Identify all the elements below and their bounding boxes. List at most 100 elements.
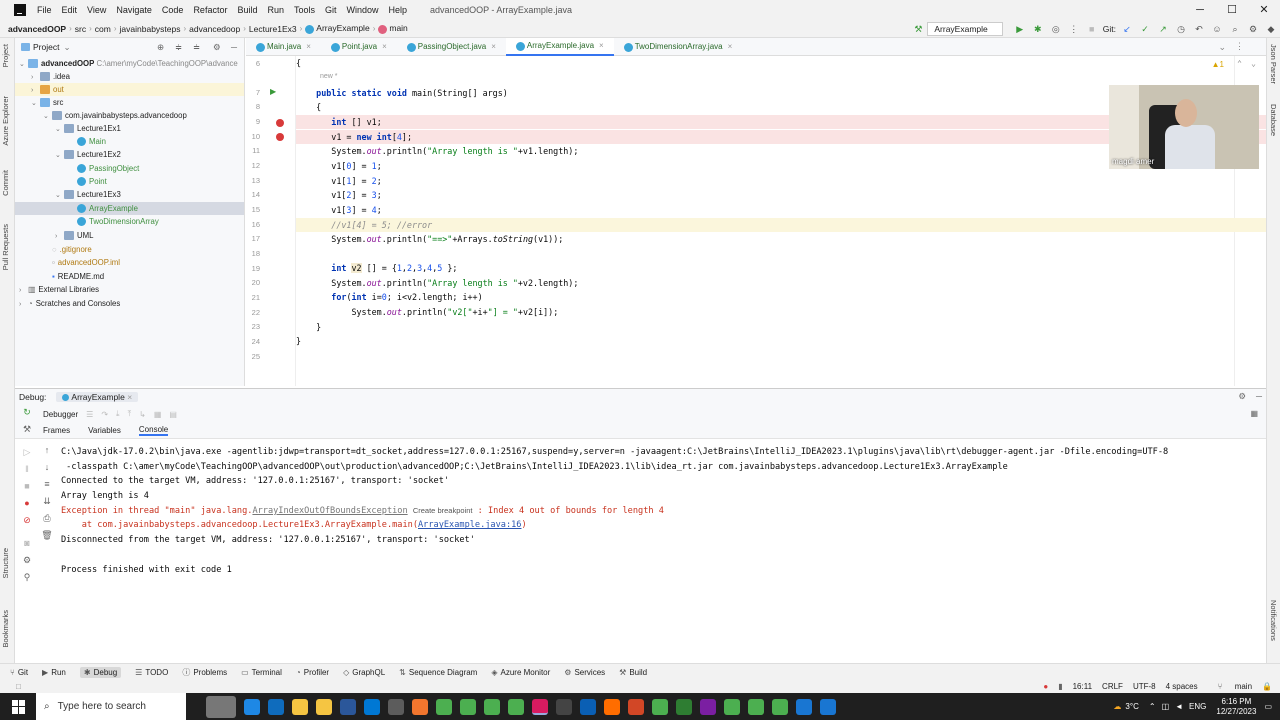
taskbar-preview-thumbnail[interactable] — [206, 695, 236, 718]
menu-edit[interactable]: Edit — [57, 5, 83, 15]
scroll-up-icon[interactable]: ↑ — [37, 445, 57, 462]
evaluate-icon[interactable]: ▦ — [154, 410, 162, 419]
tree-item-lecture1ex3[interactable]: ⌄ Lecture1Ex3 — [15, 188, 244, 201]
tree-item-arrayexample[interactable]: ArrayExample — [15, 202, 244, 215]
close-tab-icon[interactable]: × — [728, 38, 733, 56]
chrome-icon-7[interactable] — [748, 698, 764, 715]
panel-gear-icon[interactable]: ⚙ — [213, 42, 221, 53]
modify-config-icon[interactable]: ⚒ — [17, 424, 37, 441]
tree-item-uml[interactable]: › UML — [15, 229, 244, 242]
store-icon[interactable] — [268, 698, 284, 715]
tool-build[interactable]: ⚒ Build — [619, 668, 647, 677]
tool-git[interactable]: ⑂ Git — [10, 668, 28, 677]
git-push-icon[interactable]: ↗ — [1156, 22, 1170, 36]
tab-point-java[interactable]: Point.java × — [321, 38, 397, 56]
locate-icon[interactable]: ⊕ — [157, 42, 164, 53]
minimize-icon[interactable]: ─ — [1184, 0, 1216, 20]
app-icon[interactable] — [388, 698, 404, 715]
print-icon[interactable]: ⎙ — [37, 513, 57, 530]
source-link[interactable]: ArrayExample.java:16 — [418, 520, 521, 530]
breakpoint-icon[interactable] — [276, 119, 284, 127]
more-tabs-icon[interactable]: ⋮ — [1235, 41, 1244, 52]
settings-gear-icon[interactable]: ⚙ — [1246, 22, 1260, 36]
tab-arrayexample-java[interactable]: ArrayExample.java × — [505, 38, 614, 56]
coverage-icon[interactable]: ◎ — [1049, 22, 1063, 36]
chrome-icon-4[interactable] — [508, 698, 524, 715]
tree-item-src[interactable]: ⌄ src — [15, 96, 244, 109]
git-update-icon[interactable]: ↙ — [1120, 22, 1134, 36]
step-into-icon[interactable]: ⤓ — [116, 409, 120, 419]
trace-icon[interactable]: ▤ — [169, 410, 177, 419]
menu-run[interactable]: Run — [262, 5, 289, 15]
mute-breakpoints-icon[interactable]: ⊘ — [17, 515, 37, 532]
pause-icon[interactable]: ‖ — [17, 464, 37, 481]
tree-item-lecture1ex2[interactable]: ⌄ Lecture1Ex2 — [15, 148, 244, 161]
warning-count-icon[interactable]: ▲1 — [1212, 60, 1224, 69]
expand-all-icon[interactable]: ≑ — [175, 42, 182, 53]
tool-azure-monitor[interactable]: ◈ Azure Monitor — [491, 668, 550, 677]
resume-icon[interactable]: ▷ — [17, 447, 37, 464]
breadcrumb-javainbabysteps[interactable]: javainbabysteps — [117, 24, 184, 34]
tree-item-lecture1ex1[interactable]: ⌄ Lecture1Ex1 — [15, 122, 244, 135]
view-breakpoints-icon[interactable]: ● — [17, 498, 37, 515]
edge-icon[interactable] — [244, 698, 260, 715]
breadcrumb-src[interactable]: src — [72, 24, 89, 34]
step-over-icon[interactable]: ↷ — [101, 410, 108, 419]
tree-item-scratches[interactable]: › ◔ Scratches and Consoles — [15, 297, 244, 310]
breadcrumb-com[interactable]: com — [92, 24, 114, 34]
taskbar-search[interactable]: ⌕ Type here to search — [36, 693, 186, 720]
app-icon-3[interactable] — [604, 698, 620, 715]
camera-icon[interactable]: ◙ — [17, 538, 37, 555]
debug-gear-icon[interactable]: ⚙ — [1238, 391, 1246, 402]
more-run-icon[interactable]: ⋮ — [1067, 22, 1081, 36]
temperature[interactable]: 3°C — [1125, 702, 1138, 711]
chrome-icon-6[interactable] — [724, 698, 740, 715]
layout-settings-icon[interactable]: ▦ — [1250, 409, 1258, 418]
menu-git[interactable]: Git — [320, 5, 342, 15]
tree-item-passingobject[interactable]: PassingObject — [15, 162, 244, 175]
subtab-console[interactable]: Console — [138, 425, 169, 436]
app-icon-5[interactable] — [700, 698, 716, 715]
menu-refactor[interactable]: Refactor — [188, 5, 232, 15]
volume-icon[interactable]: ◄ — [1175, 702, 1183, 711]
line-separator[interactable]: CRLF — [1102, 682, 1123, 691]
zoom-icon-2[interactable] — [796, 698, 812, 715]
chrome-icon-5[interactable] — [652, 698, 668, 715]
tray-chevron-icon[interactable]: ⌃ — [1149, 702, 1156, 711]
close-tab-icon[interactable]: × — [382, 38, 387, 56]
menu-tools[interactable]: Tools — [289, 5, 320, 15]
tool-problems[interactable]: ⓘ Problems — [182, 667, 227, 678]
tab-twodimensionarray-java[interactable]: TwoDimensionArray.java × — [614, 38, 743, 56]
tool-services[interactable]: ⚙ Services — [564, 668, 605, 677]
pin-icon[interactable]: ⚲ — [17, 572, 37, 589]
debug-settings-icon[interactable]: ⚙ — [17, 555, 37, 572]
tool-debug[interactable]: ✱ Debug — [79, 666, 122, 678]
menu-build[interactable]: Build — [232, 5, 262, 15]
windows-start-icon[interactable] — [12, 699, 26, 714]
tab-main-java[interactable]: Main.java × — [246, 38, 321, 56]
run-icon[interactable]: ▶ — [1013, 22, 1027, 36]
menu-window[interactable]: Window — [342, 5, 384, 15]
app-icon-2[interactable] — [556, 698, 572, 715]
history-icon[interactable]: ◷ — [1174, 22, 1188, 36]
notifications-icon[interactable]: ▭ — [1264, 702, 1272, 711]
tree-item-gitignore[interactable]: ◌ .gitignore — [15, 243, 244, 256]
word-icon[interactable] — [340, 698, 356, 715]
maximize-icon[interactable]: ☐ — [1216, 0, 1248, 20]
tool-tab-bookmarks[interactable]: Bookmarks — [1, 610, 10, 648]
status-toggle-icon[interactable]: □ — [16, 682, 21, 691]
breadcrumb-method[interactable]: main — [375, 23, 410, 34]
folder-icon[interactable] — [316, 698, 332, 715]
scroll-to-end-icon[interactable]: ⇊ — [37, 496, 57, 513]
step-out-icon[interactable]: ⤒ — [128, 409, 132, 419]
tool-run[interactable]: ▶ Run — [42, 668, 66, 677]
exception-class-link[interactable]: ArrayIndexOutOfBoundsException — [252, 506, 407, 516]
tree-item-idea[interactable]: › .idea — [15, 70, 244, 83]
indent-setting[interactable]: 4 spaces — [1166, 682, 1198, 691]
debug-icon[interactable]: ✱ — [1031, 22, 1045, 36]
chrome-icon-3[interactable] — [484, 698, 500, 715]
close-tab-icon[interactable]: × — [491, 38, 496, 56]
tree-item-out[interactable]: › out — [15, 83, 244, 96]
clear-console-icon[interactable]: 🗑 — [37, 530, 57, 547]
tool-profiler[interactable]: ◔ Profiler — [296, 668, 329, 677]
